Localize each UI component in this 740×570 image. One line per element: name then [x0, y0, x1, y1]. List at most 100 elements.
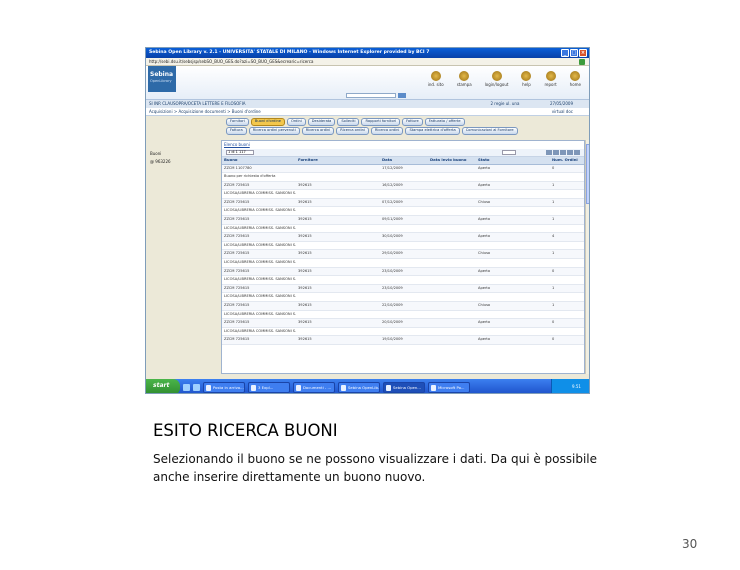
close-button[interactable]: ×	[579, 49, 587, 57]
taskbar-task[interactable]: 3 Expl...	[248, 381, 290, 393]
column-header[interactable]: Data invio buono	[428, 157, 476, 165]
last-page-icon[interactable]	[567, 150, 573, 155]
tab-0[interactable]: Fornitori	[226, 118, 249, 126]
results-select[interactable]: 1 di 1 117	[226, 150, 254, 155]
table-row[interactable]: ZZCM 725615 392615 16/12/2009 Aperto 1	[222, 181, 584, 191]
column-header[interactable]: Num. Ordini	[550, 157, 584, 165]
column-header[interactable]: Buono	[222, 157, 296, 165]
table-row[interactable]: ZZCM 725615 392615 19/10/2009 Aperto 0	[222, 335, 584, 345]
table-cell	[296, 164, 380, 174]
table-row[interactable]: ZZCM 725615 392615 22/10/2009 Chiuso 1	[222, 301, 584, 311]
vertical-scrollbar[interactable]	[585, 140, 589, 374]
toolbar-home[interactable]: home	[570, 71, 581, 87]
table-row[interactable]: LICOSA/LIBRERIA COMMISS. SANSONI S.P.A.	[222, 224, 584, 234]
search-input[interactable]	[346, 93, 396, 98]
toolbar-stampa[interactable]: stampa	[457, 71, 472, 87]
help-icon	[521, 71, 532, 81]
maximize-button[interactable]: □	[570, 49, 578, 57]
column-header[interactable]: Fornitore	[296, 157, 380, 165]
first-page-icon[interactable]	[546, 150, 552, 155]
table-row[interactable]: ZZCM 725615 392615 20/10/2009 Aperto 0	[222, 318, 584, 328]
table-cell	[428, 249, 476, 260]
table-cell	[428, 292, 476, 302]
table-row[interactable]: LICOSA/LIBRERIA COMMISS. SANSONI S.P.A.	[222, 241, 584, 251]
go-icon[interactable]	[579, 59, 585, 65]
taskbar-task[interactable]: Microsoft Po...	[428, 381, 470, 393]
tab-4[interactable]: Solleciti	[337, 118, 360, 126]
start-button[interactable]: start	[146, 379, 180, 393]
table-cell	[380, 310, 428, 320]
prev-page-icon[interactable]	[553, 150, 559, 155]
breadcrumb-text[interactable]: Acquisizioni > Acquisizione documenti > …	[149, 109, 261, 114]
column-header[interactable]: Data	[380, 157, 428, 165]
next-page-icon[interactable]	[560, 150, 566, 155]
table-cell	[428, 267, 476, 277]
table-row[interactable]: ZZCM 725615 392615 09/11/2009 Aperto 1	[222, 215, 584, 225]
quicklaunch-desktop-icon[interactable]	[193, 383, 200, 391]
table-row[interactable]: ZZCM 725615 392615 23/10/2009 Aperto 1	[222, 284, 584, 294]
tab-3[interactable]: Desiderata	[307, 118, 336, 126]
taskbar-task[interactable]: Sebina Open...	[383, 381, 425, 393]
table-cell: 22/10/2009	[380, 301, 428, 311]
tab-6[interactable]: Fatture	[402, 118, 423, 126]
tab-7[interactable]: Fatturato / offerte	[424, 118, 465, 126]
table-cell: ZZCM 725615	[222, 335, 296, 345]
taskbar-task[interactable]: Posta in arrivo...	[203, 381, 245, 393]
tab-1[interactable]: Buoni d'ordine	[250, 118, 285, 126]
action-tab-1[interactable]: Ricerca ordini pervenuti	[248, 127, 300, 135]
table-cell	[296, 310, 380, 320]
table-cell: ZZCM 725615	[222, 232, 296, 242]
table-cell: LICOSA/LIBRERIA COMMISS. SANSONI S.P.A.	[222, 258, 296, 268]
tab-5[interactable]: Rapporti fornitori	[361, 118, 401, 126]
find-input[interactable]	[502, 150, 516, 155]
table-cell	[550, 258, 584, 268]
table-row[interactable]: ZZCM 725615 392615 07/12/2009 Chiuso 1	[222, 198, 584, 208]
table-cell: Buono per richiesta d'offerta	[222, 172, 296, 182]
sidebar-item-buono[interactable]: @ 963226	[150, 160, 171, 164]
table-cell	[428, 232, 476, 242]
table-cell: Aperto	[476, 181, 550, 191]
panel-title[interactable]: Elenco buoni	[224, 143, 250, 147]
table-row[interactable]: LICOSA/LIBRERIA COMMISS. SANSONI S.P.A.	[222, 327, 584, 337]
table-row[interactable]: ZZCM 725615 392615 30/10/2009 Aperto 4	[222, 232, 584, 242]
table-row[interactable]: LICOSA/LIBRERIA COMMISS. SANSONI S.P.A.	[222, 310, 584, 320]
table-row[interactable]: ZZCM 1107780 17/12/2009 Aperto 0	[222, 164, 584, 174]
action-tab-0[interactable]: Fattura	[226, 127, 247, 135]
action-tab-5[interactable]: Stampa elettrica d'offerta	[405, 127, 460, 135]
toolbar-report[interactable]: report	[544, 71, 557, 87]
breadcrumb-right[interactable]: virtual doc	[552, 110, 573, 114]
table-cell	[476, 275, 550, 285]
toolbar-ind-sito[interactable]: ind. sito	[428, 71, 444, 87]
address-bar[interactable]: http://sebi.dsu.it/sebsjsp/sebSO_BUO_GES…	[146, 58, 589, 66]
table-cell: Aperto	[476, 164, 550, 174]
toolbar-login[interactable]: login/logout	[485, 71, 508, 87]
table-row[interactable]: LICOSA/LIBRERIA COMMISS. SANSONI S.P.A.	[222, 258, 584, 268]
export-icon[interactable]	[574, 150, 580, 155]
taskbar-task[interactable]: Sebina OpenLib...	[338, 381, 380, 393]
table-cell	[550, 310, 584, 320]
search-button[interactable]	[398, 93, 406, 98]
action-tab-6[interactable]: Comunicazioni al Fornitore	[461, 127, 518, 135]
table-cell: 1	[550, 215, 584, 225]
action-tab-2[interactable]: Ricerca ordini	[301, 127, 335, 135]
toolbar-help[interactable]: help	[521, 71, 532, 87]
tab-2[interactable]: Ordini	[286, 118, 306, 126]
window-controls: _ □ ×	[561, 49, 587, 57]
table-cell: LICOSA/LIBRERIA COMMISS. SANSONI S.P.A.	[222, 327, 296, 337]
scrollbar-thumb[interactable]	[586, 144, 589, 204]
action-tab-3[interactable]: Ricerca ordini	[336, 127, 369, 135]
table-cell: Aperto	[476, 232, 550, 242]
action-tab-4[interactable]: Ricerca ordini	[370, 127, 404, 135]
table-row[interactable]: ZZCM 725615 392615 29/10/2009 Chiuso 1	[222, 249, 584, 260]
table-row[interactable]: LICOSA/LIBRERIA COMMISS. SANSONI S.P.A.	[222, 189, 584, 199]
minimize-button[interactable]: _	[561, 49, 569, 57]
taskbar-task[interactable]: Documenti - ...	[293, 381, 335, 393]
table-row[interactable]: LICOSA/LIBRERIA COMMISS. SANSONI S.P.A.	[222, 206, 584, 217]
table-row[interactable]: LICOSA/LIBRERIA COMMISS. SANSONI S.P.A.	[222, 275, 584, 285]
app-header: Sebina OpenLibrary ind. sito stampa logi…	[146, 66, 589, 100]
quicklaunch-ie-icon[interactable]	[183, 383, 190, 391]
column-header[interactable]: Stato	[476, 157, 550, 165]
table-row[interactable]: LICOSA/LIBRERIA COMMISS. SANSONI S.P.A.	[222, 292, 584, 302]
table-row[interactable]: Buono per richiesta d'offerta	[222, 172, 584, 182]
table-row[interactable]: ZZCM 725615 392615 23/10/2009 Aperto 0	[222, 267, 584, 277]
